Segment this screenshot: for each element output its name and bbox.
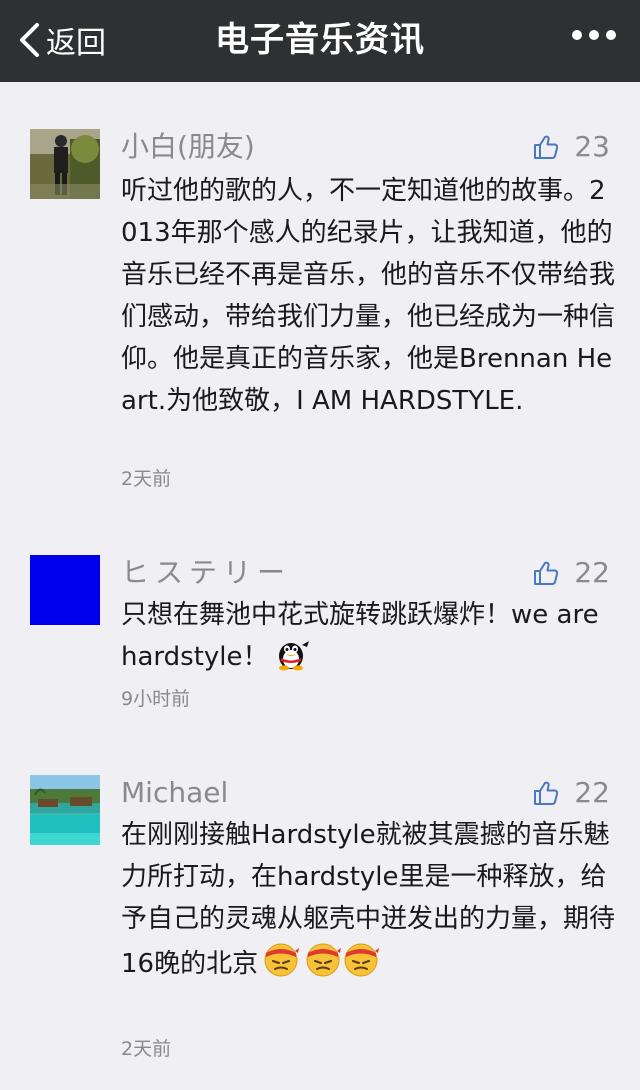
- headband-angry-emoji-icon: [262, 940, 300, 991]
- more-dot-icon: [589, 30, 599, 40]
- like-button[interactable]: 22: [532, 776, 610, 810]
- comment-time: 2天前: [121, 1038, 172, 1060]
- more-options-button[interactable]: [572, 30, 616, 40]
- comment-time: 2天前: [121, 468, 172, 490]
- comment-text: 在刚刚接触Hardstyle就被其震撼的音乐魅力所打动，在hardstyle里是…: [121, 814, 616, 991]
- headband-angry-emoji-icon: [304, 940, 342, 991]
- like-count: 22: [574, 556, 610, 589]
- beach-photo-avatar-icon: [30, 775, 100, 845]
- like-button[interactable]: 23: [532, 130, 610, 164]
- headband-angry-emoji-icon: [342, 940, 380, 991]
- comment-username[interactable]: Michael: [121, 776, 228, 810]
- like-count: 23: [574, 130, 610, 163]
- avatar[interactable]: [30, 129, 100, 199]
- more-dot-icon: [572, 30, 582, 40]
- comment-text: 听过他的歌的人，不一定知道他的故事。2013年那个感人的纪录片，让我知道，他的音…: [121, 176, 616, 416]
- navigation-bar: 返回 电子音乐资讯: [0, 0, 640, 82]
- comment-time: 9小时前: [121, 688, 191, 710]
- comment-username[interactable]: ヒステリー: [121, 556, 291, 590]
- avatar[interactable]: [30, 775, 100, 845]
- blue-square-avatar-icon: [30, 555, 100, 625]
- more-dot-icon: [606, 30, 616, 40]
- person-photo-avatar-icon: [30, 129, 100, 199]
- thumbs-up-icon: [534, 781, 559, 805]
- comment-text-content: 只想在舞池中花式旋转跳跃爆炸！we are hardstyle！: [121, 600, 599, 672]
- thumbs-up-icon: [534, 561, 559, 585]
- thumbs-up-icon: [534, 135, 559, 159]
- like-button[interactable]: 22: [532, 556, 610, 590]
- comment-text: 只想在舞池中花式旋转跳跃爆炸！we are hardstyle！: [121, 594, 616, 684]
- penguin-emoji-icon: [273, 637, 311, 684]
- avatar[interactable]: [30, 555, 100, 625]
- page-title: 电子音乐资讯: [215, 20, 425, 60]
- like-count: 22: [574, 776, 610, 809]
- comment-username[interactable]: 小白(朋友): [121, 130, 255, 164]
